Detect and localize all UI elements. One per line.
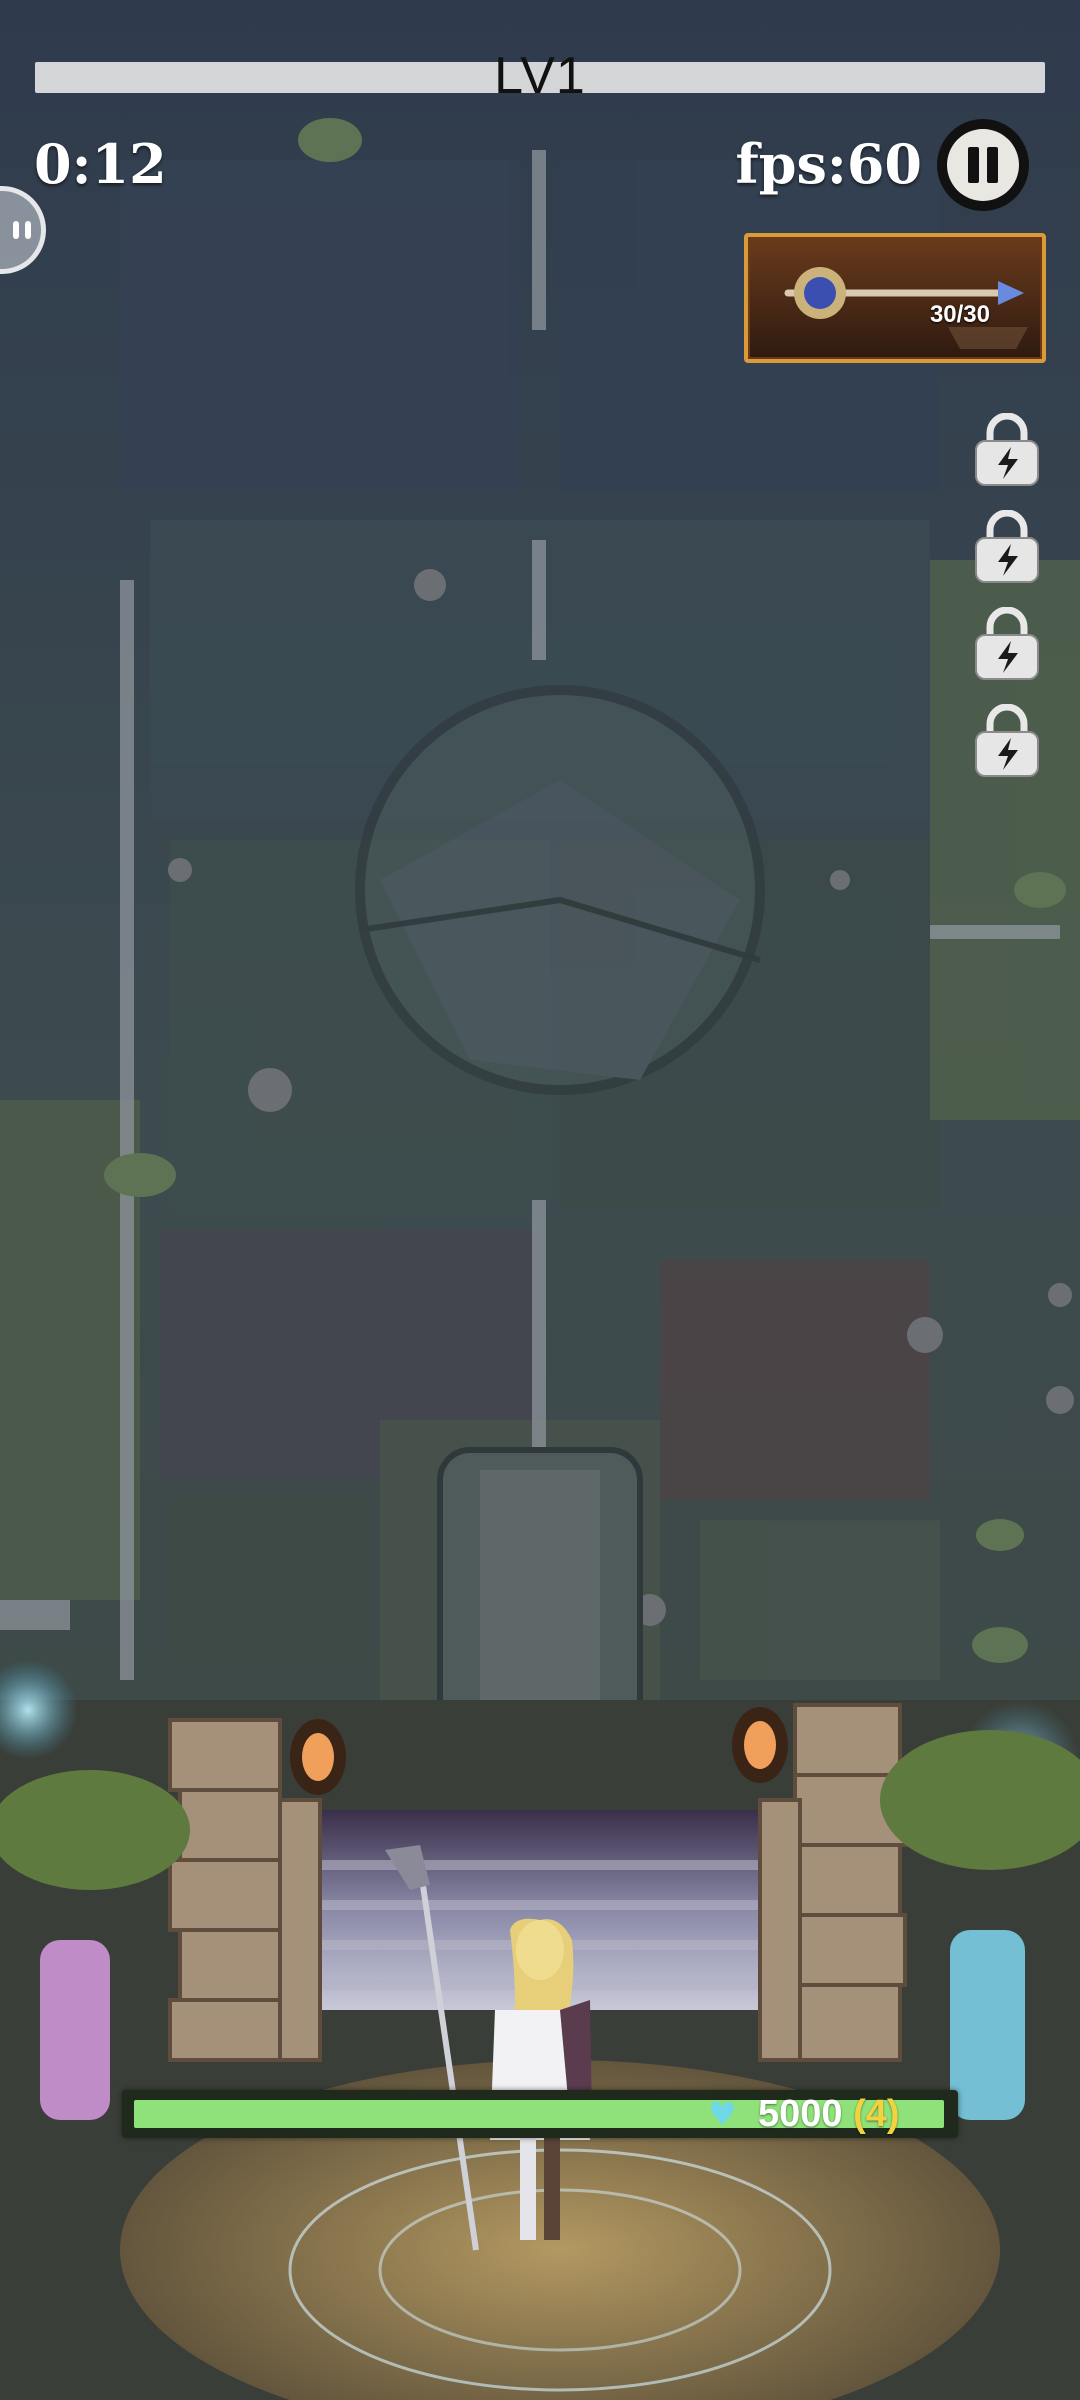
- lock-lightning-icon: [975, 412, 1039, 486]
- lock-lightning-icon: [975, 606, 1039, 680]
- level-label: LV1: [494, 47, 586, 105]
- ruined-circle: [355, 685, 765, 1095]
- base-hp-text: 5000 (4): [758, 2092, 900, 2136]
- skill-slot-locked[interactable]: [970, 703, 1044, 778]
- weapon-ammo-count: 30/30: [929, 301, 990, 328]
- magic-staff-icon: [784, 267, 1028, 349]
- pause-icon: [947, 129, 1019, 201]
- lock-lightning-icon: [975, 703, 1039, 777]
- skill-slot-locked[interactable]: [970, 509, 1044, 584]
- survival-timer: 0:12: [34, 132, 167, 196]
- fps-counter: fps:60: [735, 132, 922, 196]
- skill-slot-locked[interactable]: [970, 606, 1044, 681]
- weapon-card[interactable]: 30/30: [744, 233, 1046, 363]
- skill-slot-locked[interactable]: [970, 412, 1044, 487]
- base-hp-value: 5000: [758, 2093, 843, 2135]
- lock-lightning-icon: [975, 509, 1039, 583]
- heart-icon: ♥: [708, 2095, 737, 2133]
- drag-handle-icon: [13, 221, 31, 239]
- stone-doorway: [437, 1447, 643, 1743]
- pause-button[interactable]: [937, 119, 1029, 211]
- base-hp-bonus: (4): [853, 2093, 900, 2135]
